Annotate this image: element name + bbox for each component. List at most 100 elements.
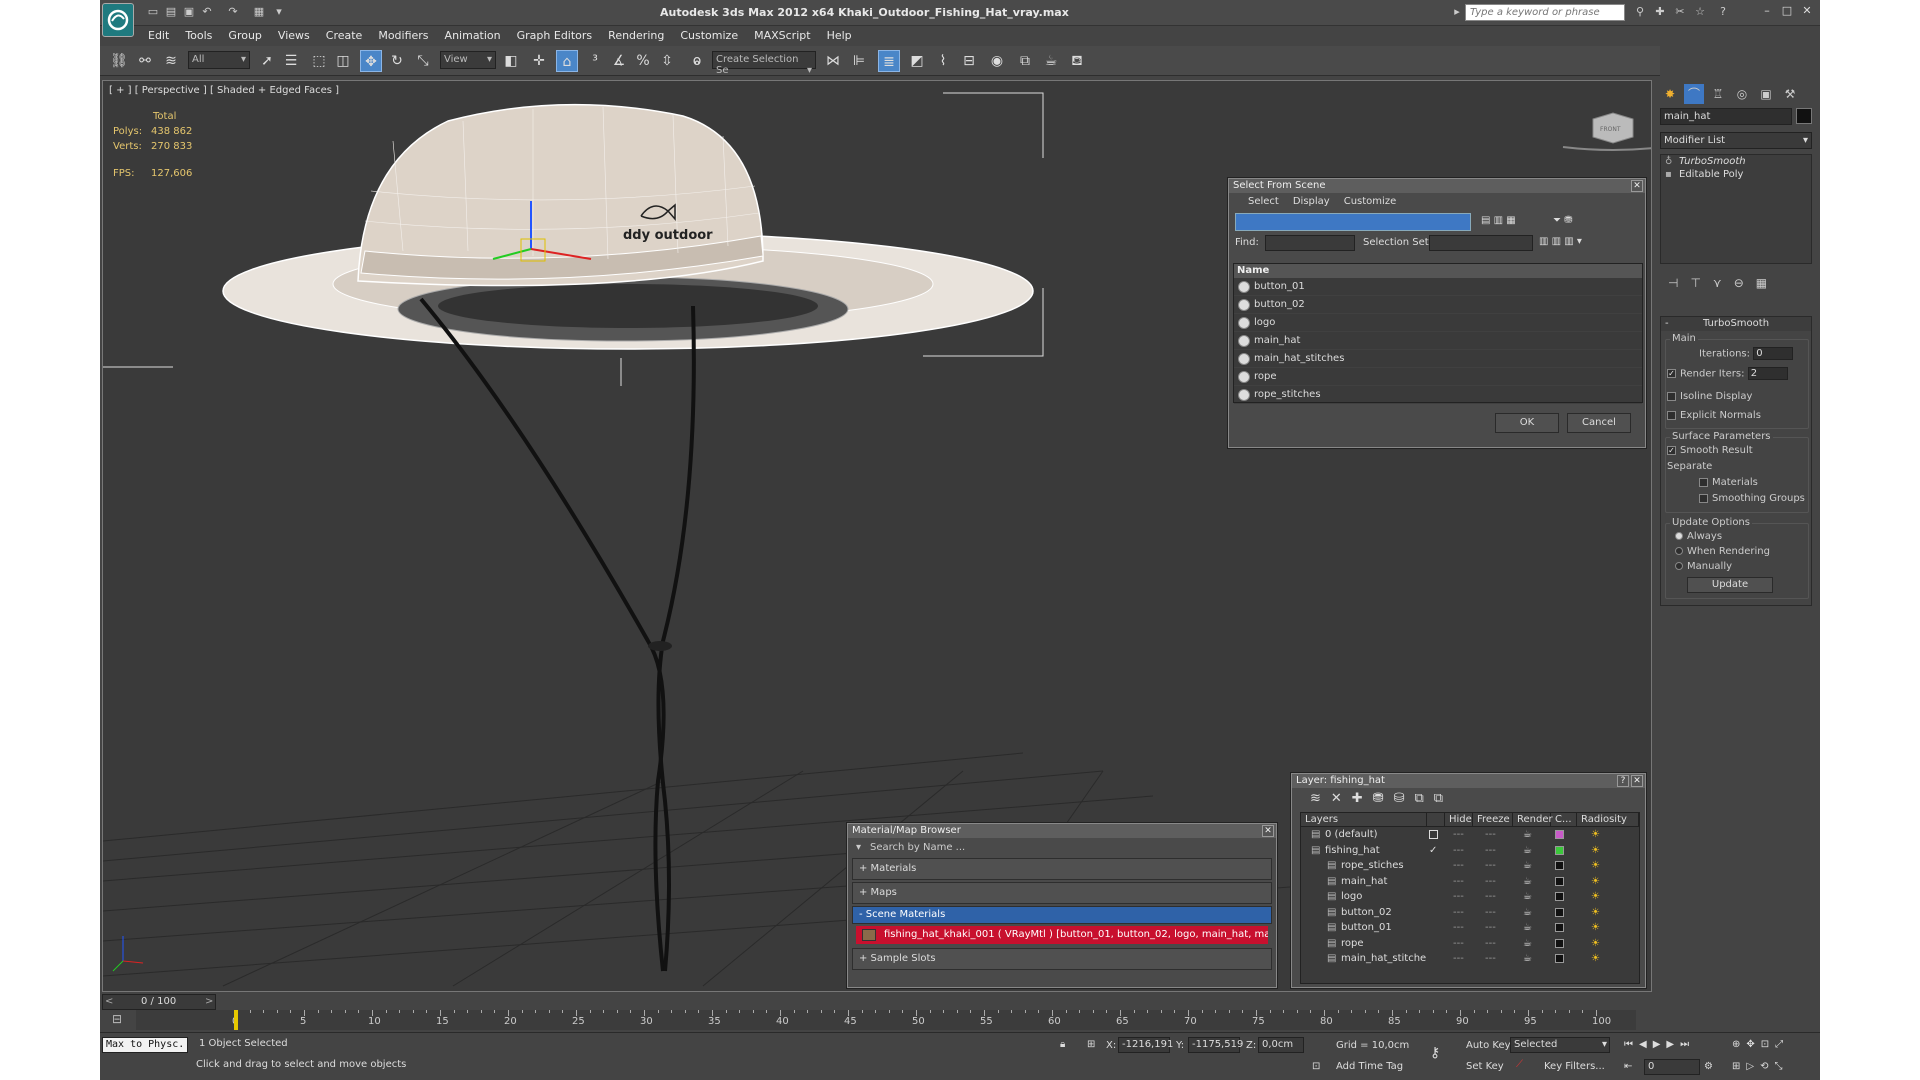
material-editor-icon[interactable]: ◉ [986, 50, 1008, 72]
layer-row[interactable]: ▤ logo --- --- ☕ ☀ [1301, 889, 1639, 905]
select-object-icon[interactable]: ➚ [256, 50, 278, 72]
layer-row[interactable]: ▤ button_02 --- --- ☕ ☀ [1301, 905, 1639, 921]
scene-object-list[interactable]: Name button_01 button_02 logo main_hat m… [1233, 263, 1643, 404]
render-teapot-icon[interactable]: ☕ [1523, 951, 1532, 966]
quick-access-dropdown-icon[interactable]: ▾ [272, 5, 286, 19]
auto-key-button[interactable]: Auto Key [1466, 1040, 1511, 1051]
menu-help[interactable]: Help [819, 27, 860, 45]
filter-icon[interactable]: ⏷ ⛃ [1553, 215, 1573, 226]
menu-edit[interactable]: Edit [140, 27, 177, 45]
hierarchy-tab-icon[interactable]: ♖ [1708, 84, 1728, 104]
viewport-nav-controls[interactable]: ⊕✥⊡⤢ [1732, 1039, 1789, 1050]
link-icon[interactable]: ⛓ [108, 50, 130, 72]
column-header-color[interactable]: C... [1551, 813, 1577, 826]
menu-create[interactable]: Create [318, 27, 371, 45]
layer-table[interactable]: Layers Hide Freeze Render C... Radiosity… [1300, 812, 1640, 984]
radiosity-icon[interactable]: ☀ [1591, 920, 1600, 935]
select-and-move-icon[interactable]: ✥ [360, 50, 382, 72]
reference-coordinate-dropdown[interactable]: View ▾ [440, 51, 496, 69]
help-search-input[interactable]: Type a keyword or phrase [1465, 4, 1625, 21]
align-icon[interactable]: ⊫ [848, 50, 870, 72]
schematic-view-icon[interactable]: ⊟ [958, 50, 980, 72]
mini-curve-editor-icon[interactable]: ⊟ [102, 1012, 132, 1030]
hide-toggle[interactable]: --- [1453, 843, 1464, 858]
key-icon[interactable]: ⚷ [1430, 1045, 1440, 1061]
close-icon[interactable]: ✕ [1631, 180, 1643, 192]
explicit-normals-checkbox[interactable] [1667, 410, 1676, 420]
communication-icon[interactable]: ✂ [1673, 5, 1687, 19]
percent-snap-icon[interactable]: % [632, 50, 654, 72]
hide-toggle[interactable]: --- [1453, 920, 1464, 935]
hide-toggle[interactable]: --- [1453, 889, 1464, 904]
new-icon[interactable]: ▭ [146, 5, 160, 19]
select-dialog-menu-display[interactable]: Display [1286, 193, 1337, 211]
freeze-toggle[interactable]: --- [1485, 858, 1496, 873]
object-name-field[interactable]: main_hat [1660, 108, 1792, 125]
freeze-toggle[interactable]: --- [1485, 843, 1496, 858]
menu-graph-editors[interactable]: Graph Editors [509, 27, 601, 45]
menu-animation[interactable]: Animation [437, 27, 509, 45]
chevron-right-icon[interactable]: > [205, 996, 213, 1007]
redo-icon[interactable]: ↷ [226, 5, 240, 19]
list-display-icon[interactable]: ▤ ▥ ▦ [1481, 215, 1516, 226]
absolute-mode-icon[interactable]: ⊞ [1087, 1039, 1095, 1050]
select-dialog-title-bar[interactable]: Select From Scene ✕ [1229, 179, 1645, 193]
freeze-toggle[interactable]: --- [1485, 889, 1496, 904]
favorites-icon[interactable]: ☆ [1693, 5, 1707, 19]
current-frame-field[interactable]: 0 [1644, 1059, 1700, 1075]
render-production-icon[interactable]: ⛾ [1066, 50, 1088, 72]
material-search-input[interactable]: ▾ Search by Name ... [852, 840, 1272, 856]
edit-named-selection-icon[interactable]: ⱺ [686, 50, 708, 72]
column-header-hide[interactable]: Hide [1445, 813, 1473, 826]
menu-maxscript[interactable]: MAXScript [746, 27, 818, 45]
smoothing-groups-checkbox[interactable] [1699, 493, 1708, 503]
active-layer-check-icon[interactable]: ✓ [1429, 843, 1437, 858]
z-coordinate-field[interactable]: 0,0cm [1258, 1037, 1304, 1053]
undo-icon[interactable]: ↶ [200, 5, 214, 19]
curve-editor-icon[interactable]: ⌇ [932, 50, 954, 72]
render-teapot-icon[interactable]: ☕ [1523, 843, 1532, 858]
render-teapot-icon[interactable]: ☕ [1523, 827, 1532, 842]
keyboard-shortcut-override-icon[interactable]: ⌂ [556, 50, 578, 72]
select-and-rotate-icon[interactable]: ↻ [386, 50, 408, 72]
stack-item-editable-poly[interactable]: ▪ Editable Poly [1661, 168, 1811, 181]
maximize-button[interactable]: □ [1780, 4, 1794, 18]
update-button[interactable]: Update [1687, 577, 1773, 593]
freeze-toggle[interactable]: --- [1485, 936, 1496, 951]
layer-row[interactable]: ▤ main_hat --- --- ☕ ☀ [1301, 874, 1639, 890]
subscription-icon[interactable]: ✚ [1653, 5, 1667, 19]
close-icon[interactable]: ✕ [1631, 775, 1643, 787]
timeline-track[interactable]: 0510152025303540455055606570758085909510… [136, 1010, 1636, 1030]
smooth-result-checkbox[interactable]: ✓ [1667, 445, 1676, 455]
select-and-scale-icon[interactable]: ⤡ [412, 50, 434, 72]
chevron-left-icon[interactable]: < [105, 996, 113, 1007]
layer-color-swatch[interactable] [1555, 954, 1564, 963]
timeline-current-frame-marker[interactable] [234, 1010, 238, 1030]
selection-set-icons[interactable]: ▥ ▥ ▥ ▾ [1539, 236, 1582, 247]
render-frame-window-icon[interactable]: ☕ [1040, 50, 1062, 72]
stack-item-turbosmooth[interactable]: ♁ TurboSmooth [1661, 155, 1811, 168]
radiosity-icon[interactable]: ☀ [1591, 874, 1600, 889]
mirror-icon[interactable]: ⋈ [822, 50, 844, 72]
save-icon[interactable]: ▣ [182, 5, 196, 19]
maxscript-listener[interactable]: Max to Physc. [102, 1037, 188, 1053]
layer-row[interactable]: ▤ main_hat_stitche --- --- ☕ ☀ [1301, 951, 1639, 967]
list-item[interactable]: button_01 [1234, 278, 1642, 296]
close-icon[interactable]: ✕ [1262, 825, 1274, 837]
modify-tab-icon[interactable]: ⌒ [1684, 84, 1704, 104]
render-teapot-icon[interactable]: ☕ [1523, 874, 1532, 889]
expand-icon[interactable]: ▪ [1665, 169, 1672, 180]
render-iters-spinner[interactable]: 2 [1747, 367, 1788, 380]
radiosity-icon[interactable]: ☀ [1591, 951, 1600, 966]
menu-rendering[interactable]: Rendering [600, 27, 672, 45]
menu-views[interactable]: Views [270, 27, 318, 45]
render-teapot-icon[interactable]: ☕ [1523, 936, 1532, 951]
layer-color-swatch[interactable] [1555, 830, 1564, 839]
motion-tab-icon[interactable]: ◎ [1732, 84, 1752, 104]
list-item[interactable]: rope [1234, 368, 1642, 386]
spinner-snap-icon[interactable]: ⇳ [656, 50, 678, 72]
radiosity-icon[interactable]: ☀ [1591, 905, 1600, 920]
perspective-viewport[interactable]: [ + ] [ Perspective ] [ Shaded + Edged F… [102, 80, 1652, 992]
create-tab-icon[interactable]: ✸ [1660, 84, 1680, 104]
layer-color-swatch[interactable] [1555, 892, 1564, 901]
